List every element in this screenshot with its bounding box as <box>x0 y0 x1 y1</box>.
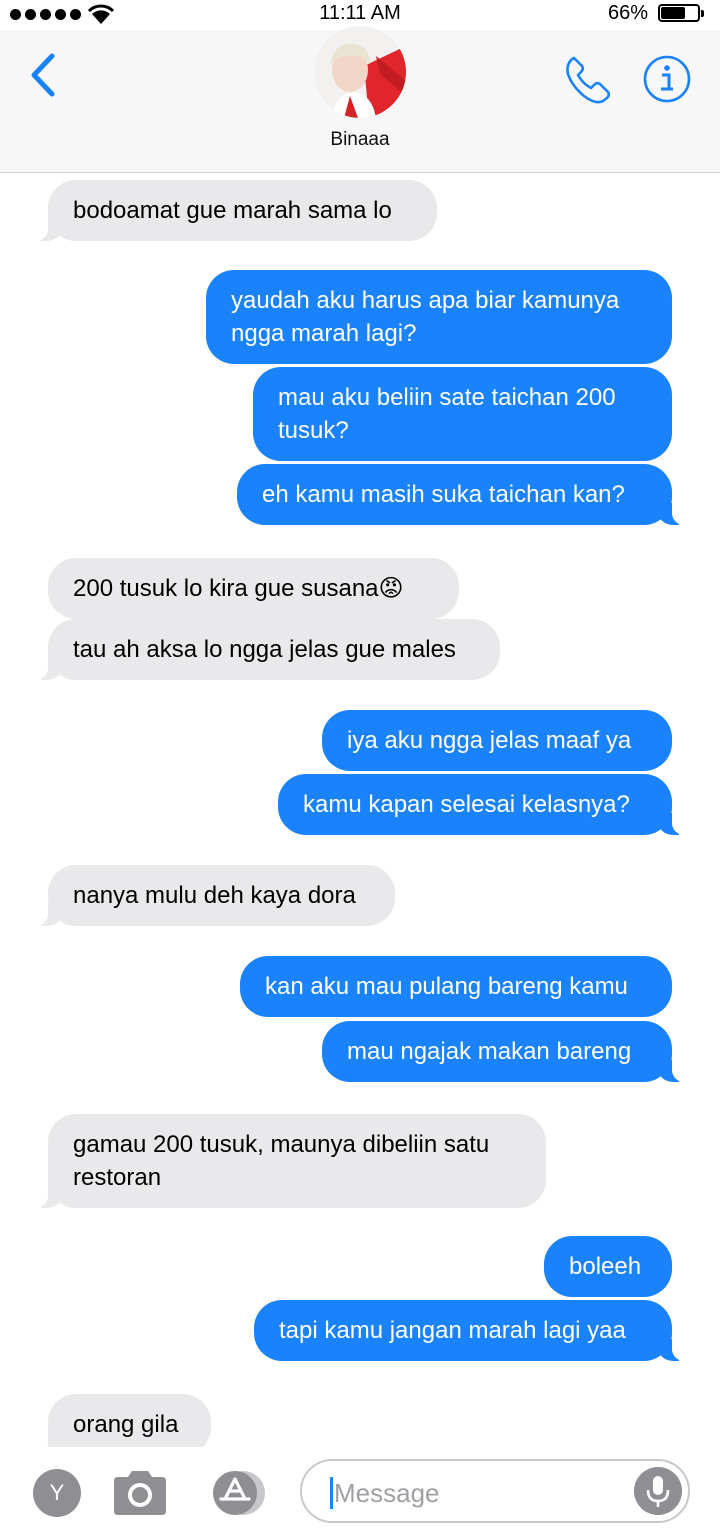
battery-icon <box>658 4 708 24</box>
message-bubble-incoming[interactable]: 200 tusuk lo kira gue susana😡 <box>48 558 459 619</box>
message-bubble-outgoing[interactable]: boleeh <box>544 1236 672 1297</box>
message-bubble-outgoing[interactable]: eh kamu masih suka taichan kan? <box>237 464 685 525</box>
compose-bar: Y <box>0 1447 720 1532</box>
message-bubble-incoming[interactable]: bodoamat gue marah sama lo <box>35 180 437 241</box>
battery-percent: 66% <box>607 2 648 24</box>
message-bubble-outgoing[interactable]: mau ngajak makan bareng <box>322 1021 685 1082</box>
message-bubble-outgoing[interactable]: yaudah aku harus apa biar kamunya ngga m… <box>206 270 672 364</box>
message-bubble-outgoing[interactable]: tapi kamu jangan marah lagi yaa <box>254 1300 685 1361</box>
message-bubble-outgoing[interactable]: mau aku beliin sate taichan 200 tusuk? <box>253 367 672 461</box>
message-bubble-outgoing[interactable]: iya aku ngga jelas maaf ya <box>322 710 672 771</box>
message-bubble-outgoing[interactable]: kamu kapan selesai kelasnya? <box>278 774 685 835</box>
microphone-icon[interactable] <box>634 1467 682 1515</box>
info-icon[interactable] <box>640 52 694 106</box>
camera-icon[interactable] <box>110 1467 170 1519</box>
imessage-app-button[interactable]: Y <box>33 1469 81 1517</box>
avatar[interactable] <box>314 26 406 118</box>
contact-name[interactable]: Binaaa <box>0 129 720 151</box>
conversation-header: Binaaa <box>0 26 720 173</box>
message-field[interactable] <box>300 1459 690 1523</box>
message-bubble-outgoing[interactable]: kan aku mau pulang bareng kamu <box>240 956 672 1017</box>
message-bubble-incoming[interactable]: gamau 200 tusuk, maunya dibeliin satu re… <box>35 1114 546 1208</box>
message-thread[interactable]: bodoamat gue marah sama lo yaudah aku ha… <box>0 172 720 1447</box>
app-store-icon[interactable] <box>205 1469 269 1517</box>
phone-icon[interactable] <box>560 52 614 106</box>
message-input[interactable] <box>332 1471 626 1515</box>
message-bubble-incoming[interactable]: nanya mulu deh kaya dora <box>35 865 395 926</box>
message-bubble-incoming[interactable]: tau ah aksa lo ngga jelas gue males <box>35 619 500 680</box>
chevron-left-icon[interactable] <box>22 50 66 100</box>
message-bubble-incoming[interactable]: orang gila <box>35 1394 211 1447</box>
